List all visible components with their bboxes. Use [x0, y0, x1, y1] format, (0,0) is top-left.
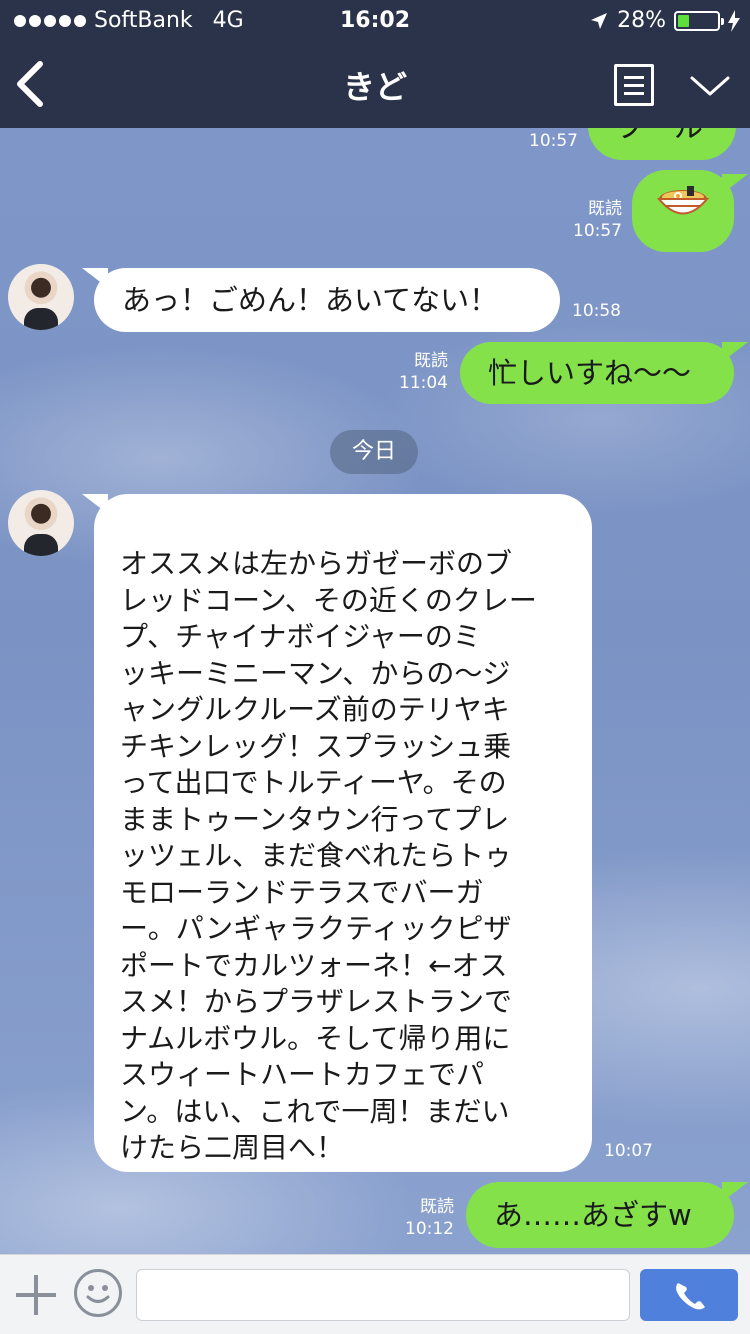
message-line: ー。パンギャラクティックピザ — [120, 912, 512, 945]
call-button[interactable] — [640, 1269, 738, 1321]
sent-message-bubble[interactable]: 忙しいすね〜〜 — [460, 342, 734, 404]
message-line: ッキーミニーマン、からの〜ジ — [120, 656, 511, 690]
location-arrow-icon — [591, 12, 608, 29]
sent-message-bubble[interactable]: プール — [588, 128, 736, 160]
message-time: 10:58 — [572, 301, 621, 321]
received-message-bubble[interactable]: オススメは左からガゼーボのブ レッドコーン、その近くのクレー プ、チャイナボイジ… — [94, 494, 592, 1172]
battery-percent: 28% — [617, 8, 666, 33]
message-line: ナムルボウル。そして帰り用に — [120, 1021, 511, 1055]
read-receipt: 既読 — [414, 351, 448, 371]
message-text: プール — [616, 128, 703, 144]
plus-icon[interactable] — [14, 1273, 58, 1317]
message-line: スメ！からプラザレストランで — [120, 985, 513, 1018]
message-text: あ……あざすw — [494, 1198, 692, 1232]
message-line: オススメは左からガゼーボのブ — [120, 547, 513, 580]
read-receipt-block: 既読 10:12 — [396, 1196, 454, 1240]
read-receipt: 既読 — [420, 1197, 454, 1217]
message-time: 10:12 — [405, 1219, 454, 1239]
message-text: オススメは左からガゼーボのブ レッドコーン、その近くのクレー プ、チャイナボイジ… — [120, 546, 592, 1167]
chat-message-list[interactable]: プール 10:57 既読 10:57 あっ！ごめん！あいてない！ 10:58 忙… — [0, 128, 750, 1254]
contact-avatar[interactable] — [8, 490, 74, 556]
emoji-icon[interactable] — [74, 1269, 122, 1317]
read-receipt-block: 既読 11:04 — [390, 350, 448, 394]
message-line: プ、チャイナボイジャーのミ — [120, 620, 481, 653]
message-line: けたら二周目へ！ — [120, 1131, 345, 1164]
message-line: ポートでカルツォーネ！←オス — [120, 948, 508, 982]
chat-header: きど — [0, 42, 750, 128]
message-time: 11:04 — [399, 373, 448, 393]
date-separator: 今日 — [330, 430, 418, 474]
contact-avatar[interactable] — [8, 264, 74, 330]
message-line: モローランドテラスでバーガ — [120, 875, 484, 909]
message-line: ままトゥーンタウン行ってプレ — [120, 802, 510, 836]
phone-icon — [676, 1283, 705, 1310]
read-receipt-block: 既読 10:57 — [560, 198, 622, 242]
message-line: って出口でトルティーヤ。その — [120, 766, 507, 799]
message-line: スウィートハートカフェでパ — [120, 1058, 485, 1091]
charging-bolt-icon — [728, 9, 740, 32]
message-time: 10:07 — [604, 1141, 653, 1161]
message-input[interactable] — [136, 1269, 630, 1321]
read-receipt: 既読 — [588, 199, 622, 219]
sent-message-bubble[interactable]: あ……あざすw — [466, 1182, 734, 1248]
message-line: ャングルクルーズ前のテリヤキ — [120, 693, 510, 726]
message-line: レッドコーン、その近くのクレー — [120, 583, 537, 617]
message-text: 忙しいすね〜〜 — [488, 356, 692, 390]
message-text: あっ！ごめん！あいてない！ — [122, 283, 499, 317]
ramen-emoji — [657, 186, 709, 215]
received-message-bubble[interactable]: あっ！ごめん！あいてない！ — [94, 268, 560, 332]
notes-icon[interactable] — [614, 64, 654, 106]
sent-message-bubble[interactable] — [632, 170, 734, 252]
message-line: ッツェル、まだ食べれたらトゥ — [120, 839, 513, 872]
status-bar: SoftBank 4G 16:02 28% — [0, 0, 750, 42]
message-line: チキンレッグ！スプラッシュ乗 — [120, 729, 512, 763]
chevron-down-icon[interactable] — [686, 62, 734, 110]
battery-icon — [674, 10, 724, 31]
message-time: 10:57 — [529, 131, 578, 151]
message-time: 10:57 — [573, 221, 622, 241]
message-composer — [0, 1254, 750, 1334]
message-line: ン。はい、これで一周！まだい — [120, 1094, 510, 1128]
